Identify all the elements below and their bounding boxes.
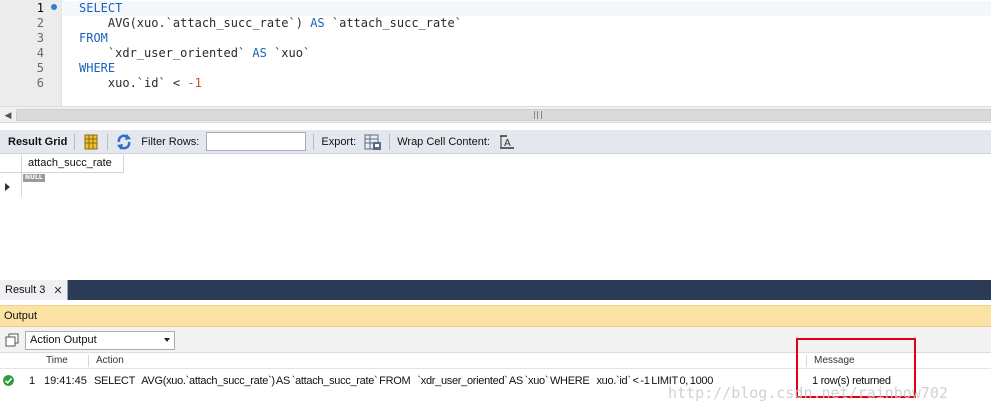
scrollbar-grip-icon <box>534 111 542 119</box>
toolbar-divider <box>74 133 76 150</box>
current-row-arrow-icon <box>5 183 10 191</box>
result-tab-bar: Result 3 ✕ <box>0 280 991 300</box>
sql-text: AVG(xuo.`attach_succ_rate`) <box>79 16 311 30</box>
code-line[interactable]: FROM <box>79 31 108 46</box>
grid-layout-icon[interactable] <box>82 133 100 151</box>
export-label: Export: <box>321 135 357 148</box>
result-toolbar: Result Grid Filter Rows: Export: Wrap Ce… <box>0 130 991 154</box>
line-number: 6 <box>36 76 44 90</box>
close-icon[interactable]: ✕ <box>53 284 62 297</box>
output-type-value: Action Output <box>30 334 97 346</box>
chevron-down-icon <box>164 338 170 342</box>
output-type-select[interactable]: Action Output <box>25 331 175 350</box>
sql-keyword: SELECT <box>79 1 123 15</box>
export-grid-icon[interactable] <box>364 133 382 151</box>
svg-text:A: A <box>504 138 511 149</box>
row-selector[interactable] <box>0 173 22 197</box>
sql-keyword: WHERE <box>79 61 116 75</box>
current-line-highlight <box>63 1 991 16</box>
filter-rows-input[interactable] <box>206 132 307 151</box>
line-number: 3 <box>36 31 44 45</box>
column-header-time[interactable]: Time <box>46 355 68 366</box>
line-number: 1 <box>36 1 44 15</box>
grid-corner-cell[interactable] <box>0 155 22 173</box>
statement-marker-icon <box>51 4 57 10</box>
code-line[interactable]: AVG(xuo.`attach_succ_rate`) AS `attach_s… <box>79 16 462 31</box>
scrollbar-thumb[interactable] <box>16 109 991 121</box>
line-number-gutter: 123456 <box>0 0 62 106</box>
sql-number: -1 <box>187 76 202 90</box>
filter-rows-label: Filter Rows: <box>141 135 200 148</box>
sql-text: `xuo` <box>266 46 311 60</box>
output-title: Output <box>4 310 38 322</box>
column-header[interactable]: attach_succ_rate <box>22 155 124 173</box>
sql-text: `xdr_user_oriented` <box>79 46 253 60</box>
column-divider[interactable] <box>88 355 89 367</box>
line-number: 4 <box>36 46 44 60</box>
tab-label: Result 3 <box>5 284 46 296</box>
null-value-cell[interactable]: NULL <box>23 174 45 182</box>
row-time: 19:41:45 <box>44 375 87 387</box>
wrap-cell-content-label: Wrap Cell Content: <box>397 135 490 148</box>
wrap-text-icon[interactable]: A <box>498 133 516 151</box>
sql-text: xuo.`id` < <box>79 76 188 90</box>
sql-keyword: FROM <box>79 31 108 45</box>
line-number: 2 <box>36 16 44 30</box>
sql-text: `attach_succ_rate` <box>324 16 462 30</box>
success-check-icon <box>3 375 14 386</box>
toolbar-divider <box>107 133 109 150</box>
editor-horizontal-scrollbar[interactable]: ◀ <box>0 106 991 123</box>
sql-editor[interactable]: 123456 SELECT AVG(xuo.`attach_succ_rate`… <box>0 0 991 106</box>
sql-keyword: AS <box>310 16 325 30</box>
code-line[interactable]: `xdr_user_oriented` AS `xuo` <box>79 46 310 61</box>
output-panel-header: Output <box>0 305 991 327</box>
row-index: 1 <box>29 375 36 387</box>
sql-keyword: AS <box>252 46 267 60</box>
code-line[interactable]: xuo.`id` < -1 <box>79 76 202 91</box>
column-header-action[interactable]: Action <box>96 355 124 366</box>
code-line[interactable]: WHERE <box>79 61 115 76</box>
row-action: SELECT AVG(xuo.`attach_succ_rate`) AS `a… <box>94 375 714 387</box>
copy-icon[interactable] <box>5 333 19 347</box>
line-number: 5 <box>36 61 44 75</box>
result-grid-label[interactable]: Result Grid <box>0 136 71 148</box>
scroll-left-arrow-icon[interactable]: ◀ <box>2 109 14 121</box>
toolbar-divider <box>313 133 315 150</box>
refresh-icon[interactable] <box>115 133 133 151</box>
result-grid[interactable]: attach_succ_rate NULL <box>0 155 991 280</box>
tab-result-3[interactable]: Result 3 ✕ <box>0 280 68 300</box>
watermark: http://blog.csdn.net/rainbow702 <box>668 384 948 402</box>
code-line[interactable]: SELECT <box>79 1 122 16</box>
toolbar-divider <box>389 133 391 150</box>
